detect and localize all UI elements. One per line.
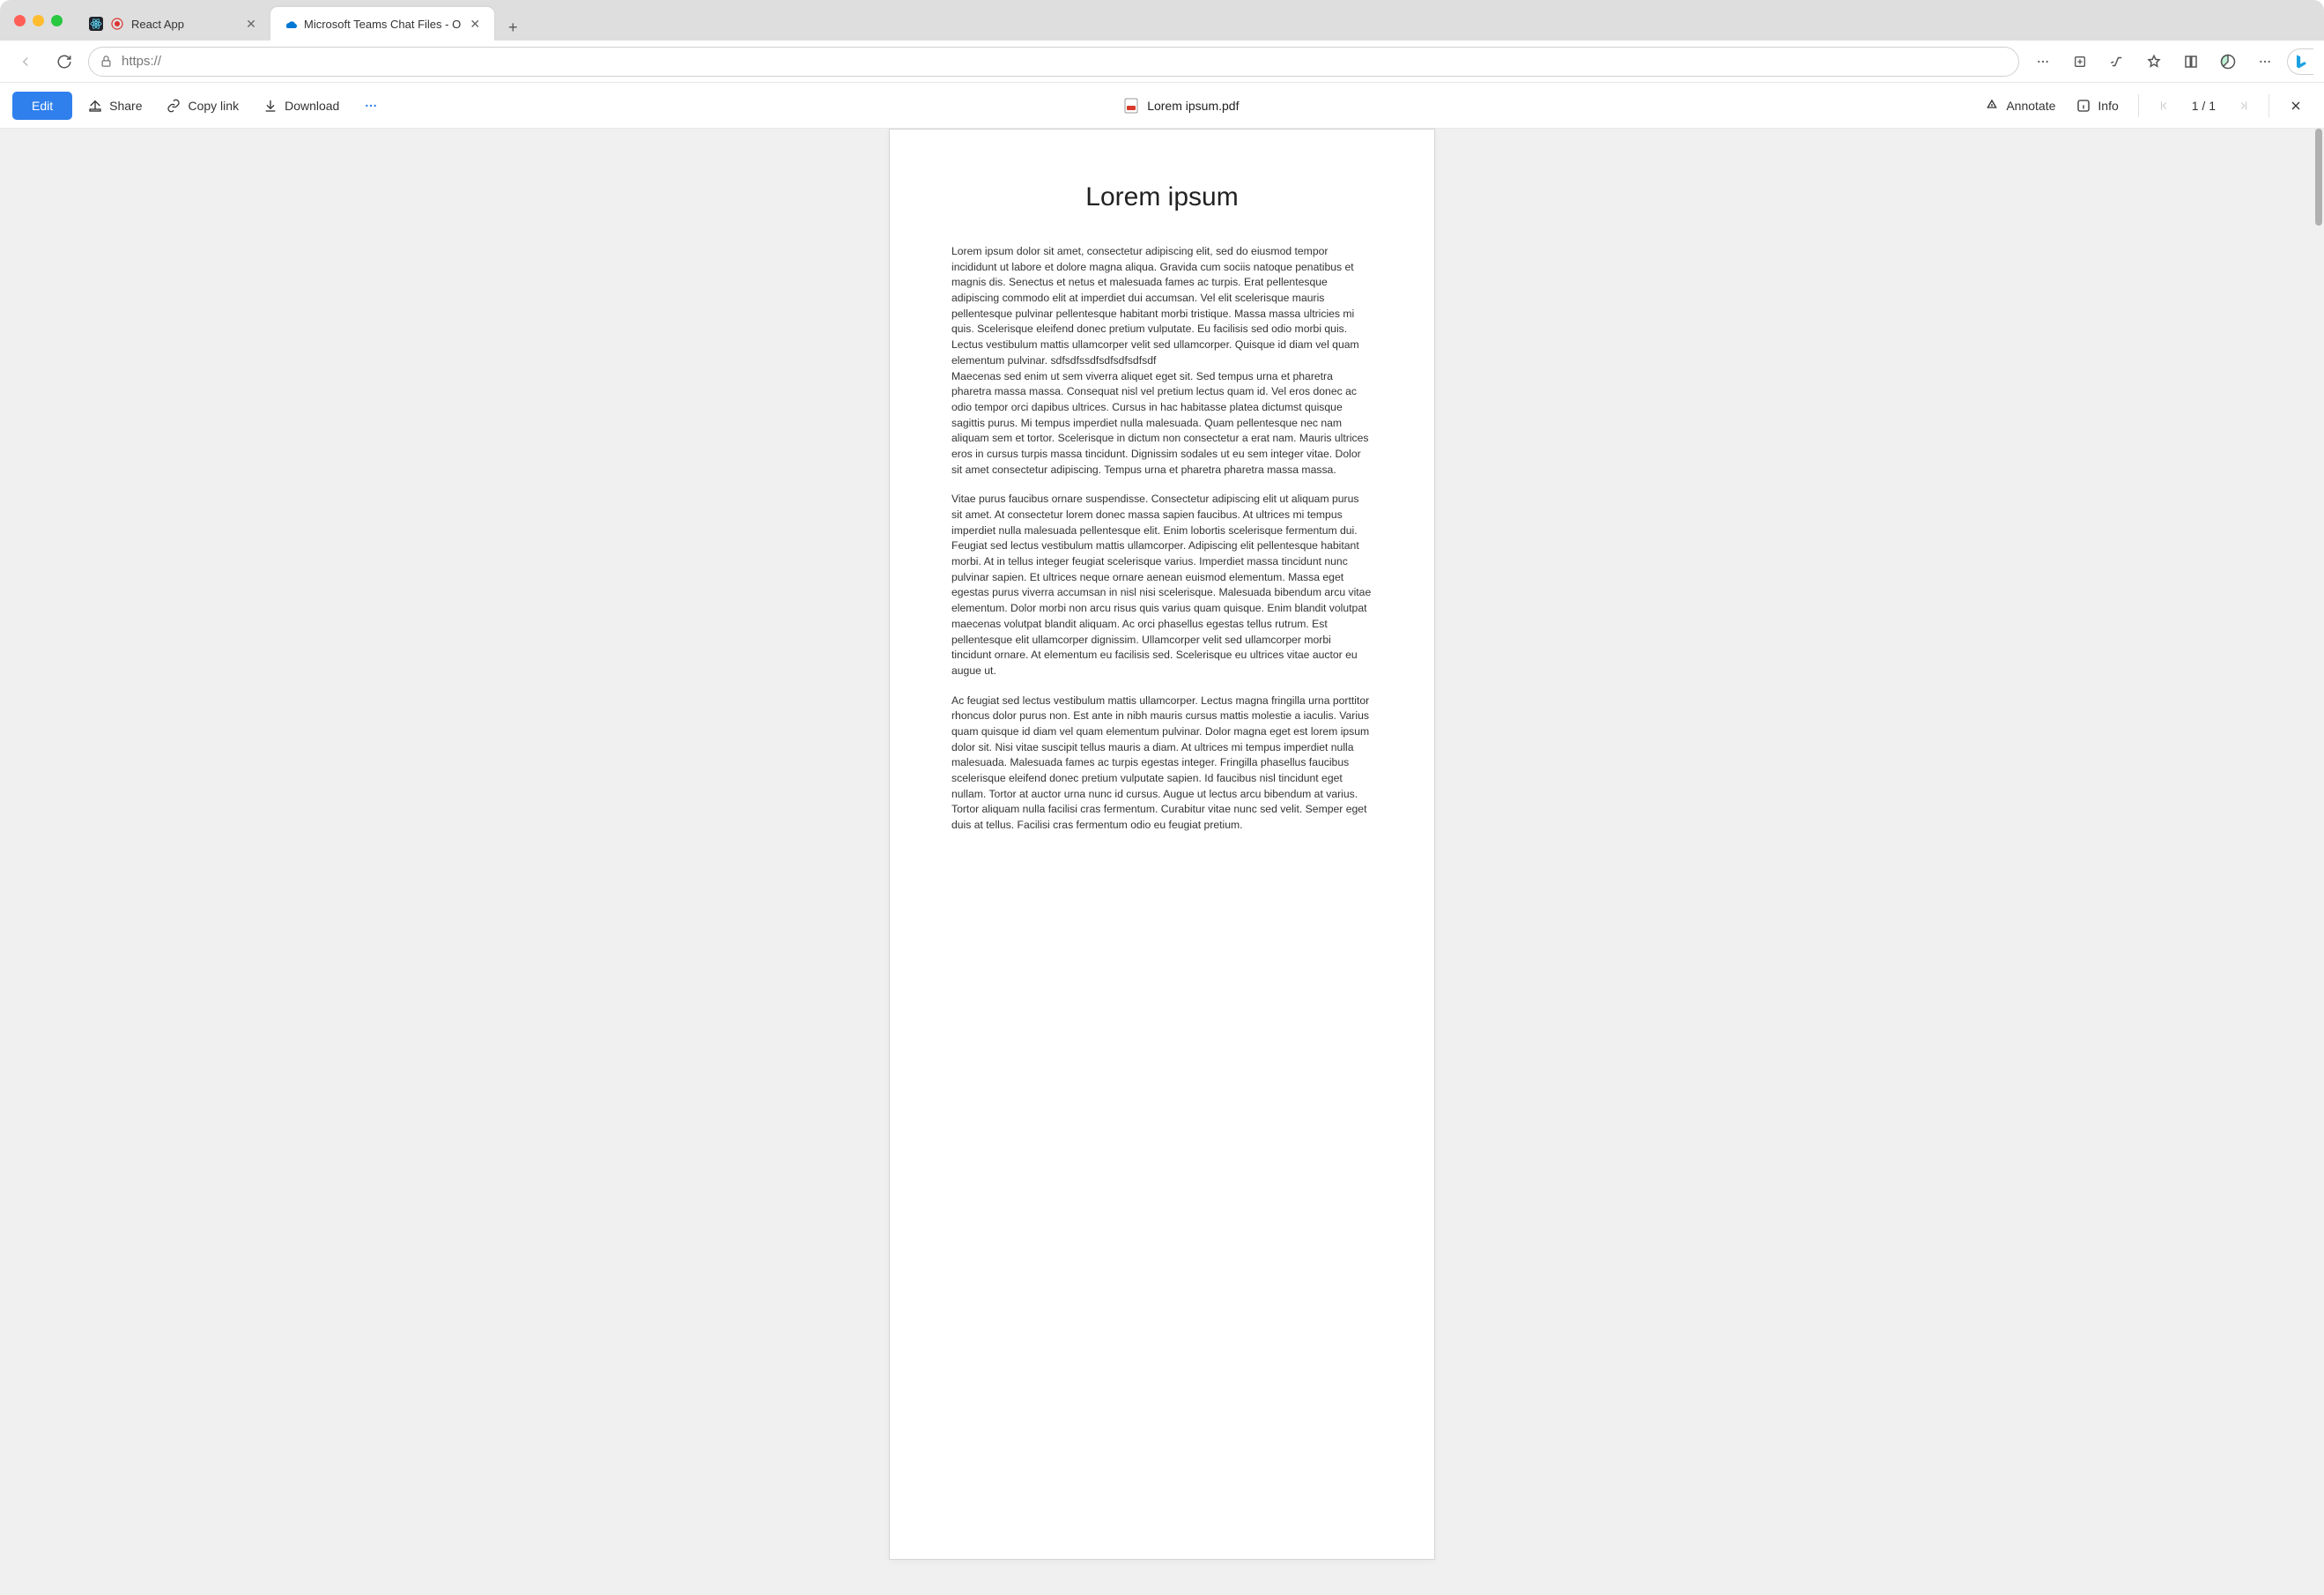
- performance-icon[interactable]: [2213, 47, 2243, 77]
- document-toolbar: Edit Share Copy link Download Lorem ipsu…: [0, 83, 2324, 129]
- bing-chat-icon[interactable]: [2287, 48, 2313, 75]
- browser-toolbar: [0, 41, 2324, 83]
- react-icon: [89, 17, 103, 31]
- window-minimize-button[interactable]: [33, 15, 44, 26]
- close-viewer-button[interactable]: [2280, 92, 2312, 120]
- window-close-button[interactable]: [14, 15, 26, 26]
- scrollbar-thumb[interactable]: [2315, 129, 2322, 226]
- collections-icon[interactable]: [2176, 47, 2206, 77]
- prev-page-button[interactable]: [2150, 93, 2180, 119]
- next-page-icon: [2237, 100, 2249, 112]
- document-title: Lorem ipsum: [951, 182, 1373, 212]
- extensions-icon[interactable]: [2065, 47, 2095, 77]
- tab-close-icon[interactable]: ✕: [468, 17, 482, 31]
- annotate-icon: [1985, 99, 1999, 113]
- download-button[interactable]: Download: [255, 92, 348, 120]
- document-paragraph: Vitae purus faucibus ornare suspendisse.…: [951, 492, 1373, 679]
- window-controls: [14, 15, 63, 26]
- info-label: Info: [2098, 99, 2118, 113]
- edit-button[interactable]: Edit: [12, 92, 72, 120]
- more-icon: [364, 99, 378, 113]
- separator: [2138, 94, 2139, 117]
- annotate-label: Annotate: [2006, 99, 2055, 113]
- document-paragraph: Ac feugiat sed lectus vestibulum mattis …: [951, 694, 1373, 834]
- next-page-button[interactable]: [2228, 93, 2258, 119]
- prev-page-icon: [2158, 100, 2171, 112]
- window-maximize-button[interactable]: [51, 15, 63, 26]
- close-icon: [2289, 99, 2303, 113]
- share-label: Share: [109, 99, 142, 113]
- document-filename: Lorem ipsum.pdf: [1147, 99, 1239, 113]
- favorites-icon[interactable]: [2139, 47, 2169, 77]
- document-paragraph: Maecenas sed enim ut sem viverra aliquet…: [951, 369, 1373, 478]
- address-bar[interactable]: [88, 47, 2019, 77]
- more-actions-icon[interactable]: [2028, 47, 2058, 77]
- share-icon: [88, 99, 102, 113]
- page-counter: 1 / 1: [2183, 99, 2224, 113]
- pdf-file-icon: [1124, 98, 1138, 114]
- tab-title: Microsoft Teams Chat Files - O: [304, 18, 461, 31]
- back-button[interactable]: [11, 47, 41, 77]
- document-paragraph: Lorem ipsum dolor sit amet, consectetur …: [951, 244, 1373, 369]
- url-input[interactable]: [122, 54, 2008, 69]
- lock-icon: [100, 55, 113, 68]
- link-icon: [167, 99, 181, 113]
- tab-close-icon[interactable]: ✕: [244, 17, 258, 31]
- new-tab-button[interactable]: +: [500, 14, 526, 41]
- tab-teams-files[interactable]: Microsoft Teams Chat Files - O ✕: [270, 7, 494, 41]
- tab-react-app[interactable]: React App ✕: [77, 7, 270, 41]
- read-aloud-icon[interactable]: [2102, 47, 2132, 77]
- tab-title: React App: [131, 18, 237, 31]
- window-titlebar: React App ✕ Microsoft Teams Chat Files -…: [0, 0, 2324, 41]
- download-label: Download: [285, 99, 339, 113]
- copy-link-label: Copy link: [188, 99, 239, 113]
- info-button[interactable]: Info: [2068, 92, 2127, 120]
- copy-link-button[interactable]: Copy link: [158, 92, 248, 120]
- onedrive-icon: [283, 17, 297, 31]
- more-button[interactable]: [355, 92, 387, 120]
- annotate-button[interactable]: Annotate: [1976, 92, 2064, 120]
- document-viewport[interactable]: Lorem ipsum Lorem ipsum dolor sit amet, …: [0, 129, 2324, 1595]
- separator: [2268, 94, 2269, 117]
- download-icon: [263, 99, 278, 113]
- browser-tabs: React App ✕ Microsoft Teams Chat Files -…: [77, 0, 526, 41]
- record-icon: [110, 17, 124, 31]
- refresh-button[interactable]: [49, 47, 79, 77]
- document-page: Lorem ipsum Lorem ipsum dolor sit amet, …: [889, 129, 1435, 1560]
- settings-menu-icon[interactable]: [2250, 47, 2280, 77]
- info-icon: [2076, 99, 2091, 113]
- share-button[interactable]: Share: [79, 92, 151, 120]
